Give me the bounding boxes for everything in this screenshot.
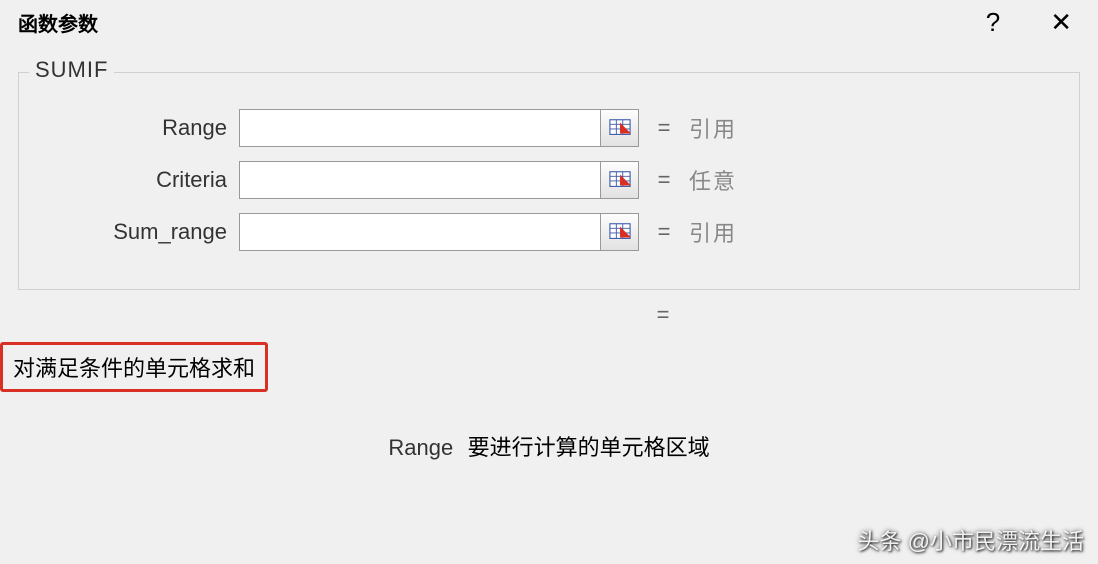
param-row-range: Range = 引用: [39, 109, 1059, 147]
help-param-name: Range: [388, 435, 453, 460]
param-row-sumrange: Sum_range = 引用: [39, 213, 1059, 251]
description-highlight: 对满足条件的单元格求和: [0, 342, 268, 392]
watermark: 头条 @小市民漂流生活: [858, 524, 1084, 556]
close-button[interactable]: ✕: [1050, 7, 1072, 38]
param-help-row: Range 要进行计算的单元格区域: [0, 430, 1098, 462]
param-row-criteria: Criteria = 任意: [39, 161, 1059, 199]
dialog-title: 函数参数: [18, 8, 98, 37]
param-label: Sum_range: [39, 219, 239, 245]
refedit-icon: [609, 221, 631, 243]
param-input-group: [239, 161, 639, 199]
equals-sign: =: [639, 167, 689, 193]
function-name: SUMIF: [29, 57, 114, 83]
refedit-button[interactable]: [601, 213, 639, 251]
equals-sign: =: [639, 219, 689, 245]
sumrange-input[interactable]: [239, 213, 601, 251]
help-button[interactable]: ?: [986, 7, 1000, 38]
refedit-icon: [609, 169, 631, 191]
param-input-group: [239, 213, 639, 251]
param-input-group: [239, 109, 639, 147]
criteria-input[interactable]: [239, 161, 601, 199]
refedit-icon: [609, 117, 631, 139]
equals-sign: =: [639, 115, 689, 141]
result-equals: =: [638, 302, 688, 328]
function-description: 对满足条件的单元格求和: [13, 356, 255, 381]
param-hint: 引用: [689, 216, 737, 248]
param-label: Criteria: [39, 167, 239, 193]
param-hint: 引用: [689, 112, 737, 144]
param-hint: 任意: [689, 164, 737, 196]
help-param-text: 要进行计算的单元格区域: [468, 435, 710, 460]
titlebar: 函数参数 ? ✕: [0, 0, 1098, 44]
refedit-button[interactable]: [601, 109, 639, 147]
range-input[interactable]: [239, 109, 601, 147]
param-label: Range: [39, 115, 239, 141]
function-fieldset: SUMIF Range = 引用 Criteria: [18, 72, 1080, 290]
refedit-button[interactable]: [601, 161, 639, 199]
result-row: =: [18, 302, 1080, 328]
